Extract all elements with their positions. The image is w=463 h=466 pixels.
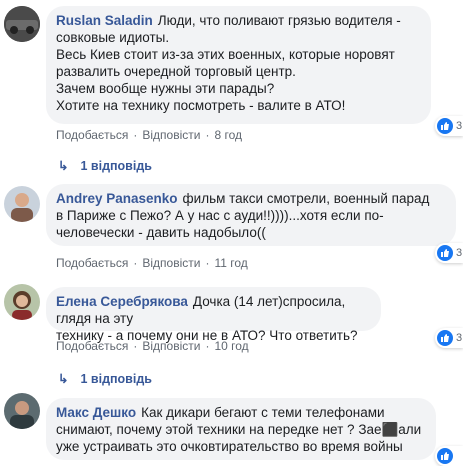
comment-text-line: развалить очередной торговый центр. (56, 64, 296, 79)
comment-actions: Подобається · Відповісти · 11 год (56, 256, 248, 270)
avatar[interactable] (4, 6, 40, 42)
comment-bubble: Макс Дешко Как дикари бегают с теми телеф… (46, 398, 436, 460)
comment-text-line: Как дикари бегают с теми телефонами (141, 405, 385, 420)
comment-text-line: совковые идиоты. (56, 30, 170, 45)
like-icon (437, 118, 453, 134)
comment-bubble: Ruslan Saladin Люди, что поливают грязью … (46, 6, 431, 124)
separator: · (133, 128, 138, 142)
comment-text-line: снимают, почему этой техники на передке … (56, 422, 422, 437)
reaction-count[interactable] (435, 446, 463, 466)
separator: · (205, 128, 210, 142)
comment-text-line: в Париже с Пежо? А у нас с ауди!!))))...… (56, 208, 384, 223)
replies-count: 1 відповідь (80, 159, 152, 173)
reaction-count[interactable]: 3 (435, 328, 463, 348)
reaction-count[interactable]: 3 (435, 243, 463, 263)
comment-bubble: Andrey Panasenko фильм такси смотрели, во… (46, 184, 456, 246)
comment-time[interactable]: 11 год (214, 256, 247, 270)
avatar-image-icon (4, 393, 40, 429)
reaction-number: 3 (456, 332, 463, 344)
replies-count: 1 відповідь (80, 372, 152, 386)
like-link[interactable]: Подобається (56, 339, 128, 353)
avatar[interactable] (4, 284, 40, 320)
reaction-count[interactable]: 3 (435, 116, 463, 136)
reply-link[interactable]: Відповісти (142, 128, 200, 142)
avatar-image-icon (4, 284, 40, 320)
reply-link[interactable]: Відповісти (142, 339, 200, 353)
reply-link[interactable]: Відповісти (142, 256, 200, 270)
separator: · (205, 339, 210, 353)
like-link[interactable]: Подобається (56, 128, 128, 142)
avatar[interactable] (4, 186, 40, 222)
separator: · (133, 339, 138, 353)
view-replies-link[interactable]: ↳ 1 відповідь (58, 158, 152, 173)
comment-text-line: Зачем вообще нужны эти парады? (56, 81, 275, 96)
reply-arrow-icon: ↳ (58, 159, 69, 173)
reaction-number: 3 (456, 120, 463, 132)
comment-text-line: человечески - давить надобыло(( (56, 225, 266, 240)
comment-actions: Подобається · Відповісти · 8 год (56, 128, 242, 142)
view-replies-link[interactable]: ↳ 1 відповідь (58, 371, 152, 386)
comment-actions: Подобається · Відповісти · 10 год (56, 339, 249, 353)
comment-time[interactable]: 10 год (214, 339, 248, 353)
comment-author[interactable]: Елена Серебрякова (56, 294, 188, 309)
comment-author[interactable]: Ruslan Saladin (56, 13, 153, 28)
comment-text-line: Хотите на технику посмотреть - валите в … (56, 98, 346, 113)
separator: · (205, 256, 210, 270)
avatar-image-icon (4, 186, 40, 222)
avatar[interactable] (4, 393, 40, 429)
comment-bubble: Елена Серебрякова Дочка (14 лет)спросила,… (46, 287, 381, 343)
comment-author[interactable]: Andrey Panasenko (56, 191, 178, 206)
comment-time[interactable]: 8 год (214, 128, 242, 142)
reply-arrow-icon: ↳ (58, 372, 69, 386)
comment-text-line: уже устраивать это очковтирательство во … (56, 439, 403, 454)
like-icon (437, 448, 453, 464)
comment-text-line: Люди, что поливают грязью водителя - (157, 13, 401, 28)
comment-text-line: Весь Киев стоит из-за этих военных, кото… (56, 47, 395, 62)
like-icon (437, 330, 453, 346)
comment-text-line: фильм такси смотрели, военный парад (182, 191, 430, 206)
comment-author[interactable]: Макс Дешко (56, 405, 136, 420)
reaction-number: 3 (456, 247, 463, 259)
like-icon (437, 245, 453, 261)
like-link[interactable]: Подобається (56, 256, 128, 270)
avatar-image-icon (4, 6, 40, 42)
separator: · (133, 256, 138, 270)
